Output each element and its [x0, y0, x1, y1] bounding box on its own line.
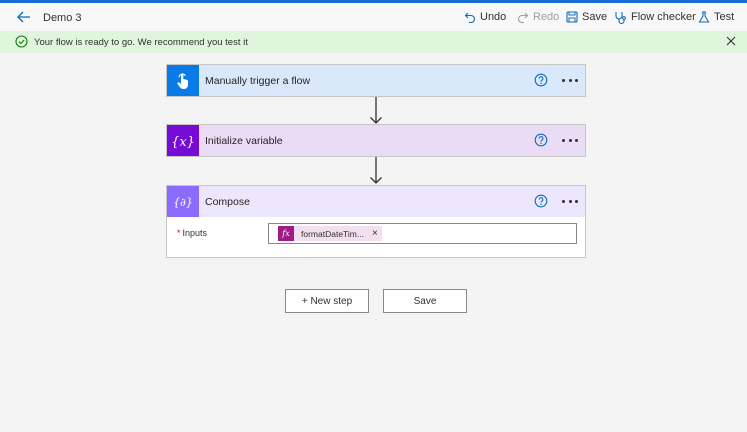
undo-button[interactable]: Undo — [464, 9, 506, 25]
step-title: Initialize variable — [205, 135, 283, 147]
banner-message: Your flow is ready to go. We recommend y… — [34, 37, 248, 48]
flow-title: Demo 3 — [43, 12, 82, 24]
more-options-icon[interactable] — [558, 194, 582, 208]
back-button[interactable] — [14, 8, 34, 26]
help-icon[interactable] — [534, 194, 548, 208]
new-step-button[interactable]: + New step — [285, 289, 369, 313]
token-text: formatDateTim... — [301, 228, 364, 239]
step-card-compose[interactable]: {∂} Compose * Inputs fx formatDateTim... … — [166, 185, 586, 258]
save-icon — [566, 11, 578, 23]
step-header[interactable]: {∂} Compose — [167, 186, 585, 217]
function-icon: fx — [278, 226, 294, 241]
more-options-icon[interactable] — [558, 73, 582, 87]
back-arrow-icon — [17, 11, 30, 23]
save-button[interactable]: Save — [383, 289, 467, 313]
success-banner: Your flow is ready to go. We recommend y… — [0, 31, 747, 53]
expression-token[interactable]: fx formatDateTim... × — [278, 226, 382, 241]
step-title: Manually trigger a flow — [205, 75, 311, 87]
check-circle-icon — [15, 35, 28, 48]
svg-text:{∂}: {∂} — [173, 196, 193, 209]
stethoscope-icon — [615, 11, 626, 24]
beaker-icon — [698, 11, 710, 23]
connector-arrow — [370, 97, 382, 124]
step-card-initialize-variable[interactable]: {x} Initialize variable — [166, 124, 586, 157]
redo-button[interactable]: Redo — [517, 9, 559, 25]
step-header[interactable]: Manually trigger a flow — [167, 65, 585, 96]
step-header[interactable]: {x} Initialize variable — [167, 125, 585, 156]
test-button[interactable]: Test — [698, 9, 734, 25]
help-icon[interactable] — [534, 133, 548, 147]
redo-icon — [517, 12, 529, 23]
inputs-label: * Inputs — [177, 228, 208, 238]
connector-arrow — [370, 157, 382, 184]
step-title: Compose — [205, 196, 250, 208]
step-card-manual-trigger[interactable]: Manually trigger a flow — [166, 64, 586, 97]
save-command-button[interactable]: Save — [566, 9, 607, 25]
close-icon[interactable] — [726, 36, 736, 46]
undo-icon — [464, 12, 476, 23]
inputs-field[interactable]: fx formatDateTim... × — [268, 223, 577, 244]
svg-text:{x}: {x} — [171, 135, 195, 150]
hand-touch-icon — [167, 65, 199, 96]
remove-token-icon[interactable]: × — [372, 228, 378, 239]
command-bar: Demo 3 Undo Redo Save Flow checker Test — [0, 3, 747, 31]
compose-icon: {∂} — [167, 186, 199, 217]
flow-checker-button[interactable]: Flow checker — [614, 9, 696, 25]
variable-icon: {x} — [167, 125, 199, 156]
more-options-icon[interactable] — [558, 133, 582, 147]
help-icon[interactable] — [534, 73, 548, 87]
